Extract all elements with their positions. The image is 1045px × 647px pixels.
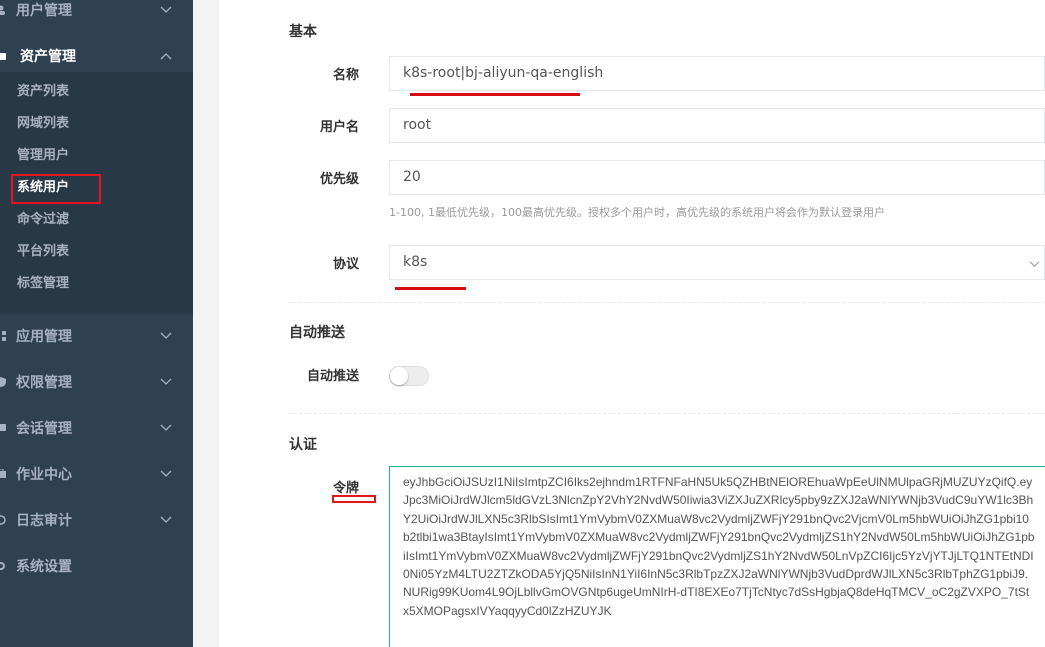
nav-job-center[interactable]: 作业中心 (0, 454, 193, 494)
name-label: 名称 (332, 68, 359, 83)
protocol-label: 协议 (332, 257, 359, 272)
highlight-box (11, 174, 101, 204)
section-autopush-title: 自动推送 (289, 325, 345, 341)
submenu-label-management[interactable]: 标签管理 (17, 272, 69, 296)
submenu-admin-user[interactable]: 管理用户 (17, 144, 69, 168)
permission-icon (0, 377, 6, 387)
nav-label: 应用管理 (16, 329, 72, 345)
nav-app-management[interactable]: 应用管理 (0, 316, 193, 356)
app-icon (2, 331, 6, 341)
nav-label: 用户管理 (16, 3, 72, 19)
submenu-platform-list[interactable]: 平台列表 (17, 240, 69, 264)
chevron-up-icon (160, 53, 172, 60)
user-icon (0, 5, 5, 15)
username-label: 用户名 (319, 120, 359, 135)
nav-user-management[interactable]: 用户管理 (0, 0, 193, 30)
nav-label: 会话管理 (16, 421, 72, 437)
nav-label: 系统设置 (16, 559, 72, 575)
sidebar: 用户管理 资产管理 资产列表 网域列表 管理用户 系统用户 命令过滤 平台列表 … (0, 0, 193, 647)
nav-permission-management[interactable]: 权限管理 (0, 362, 193, 402)
toggle-knob (390, 367, 408, 385)
section-divider (289, 302, 1045, 303)
submenu-domain-list[interactable]: 网域列表 (17, 112, 69, 136)
nav-asset-management[interactable]: 资产管理 (0, 36, 193, 76)
priority-input[interactable]: 20 (389, 160, 1045, 195)
highlight-box (332, 495, 376, 503)
chevron-down-icon (160, 470, 172, 477)
nav-label: 日志审计 (16, 513, 72, 529)
section-divider (289, 413, 1045, 414)
settings-icon (0, 562, 5, 570)
token-textarea[interactable]: eyJhbGciOiJSUzI1NiIsImtpZCI6Iks2ejhndm1R… (389, 466, 1045, 647)
chevron-down-icon (160, 516, 172, 523)
autopush-label: 自动推送 (306, 369, 359, 384)
annotation-underline (410, 93, 580, 96)
nav-label: 作业中心 (16, 467, 72, 483)
chevron-down-icon (1029, 261, 1040, 267)
submenu-command-filter[interactable]: 命令过滤 (17, 208, 69, 232)
autopush-toggle[interactable] (389, 366, 429, 386)
nav-system-settings[interactable]: 系统设置 (0, 546, 193, 586)
username-input[interactable]: root (389, 108, 1045, 143)
chevron-down-icon (160, 378, 172, 385)
section-auth-title: 认证 (289, 437, 317, 453)
name-input[interactable]: k8s-root|bj-aliyun-qa-english (389, 56, 1045, 91)
session-icon (0, 424, 6, 431)
priority-help-text: 1-100, 1最低优先级，100最高优先级。授权多个用户时，高优先级的系统用户… (389, 206, 885, 219)
priority-label: 优先级 (319, 172, 359, 187)
job-icon (0, 469, 6, 478)
chevron-down-icon (160, 424, 172, 431)
annotation-underline (395, 287, 466, 290)
nav-label: 资产管理 (20, 49, 76, 65)
protocol-selected-value: k8s (403, 254, 428, 270)
submenu-asset-list[interactable]: 资产列表 (17, 80, 69, 104)
asset-icon (0, 53, 6, 60)
nav-label: 权限管理 (16, 375, 72, 391)
token-label: 令牌 (332, 481, 359, 496)
nav-session-management[interactable]: 会话管理 (0, 408, 193, 448)
protocol-select[interactable]: k8s (389, 245, 1045, 280)
section-basic-title: 基本 (289, 24, 317, 40)
nav-log-audit[interactable]: 日志审计 (0, 500, 193, 540)
chevron-down-icon (160, 6, 172, 13)
chevron-down-icon (160, 332, 172, 339)
log-icon (0, 515, 6, 525)
